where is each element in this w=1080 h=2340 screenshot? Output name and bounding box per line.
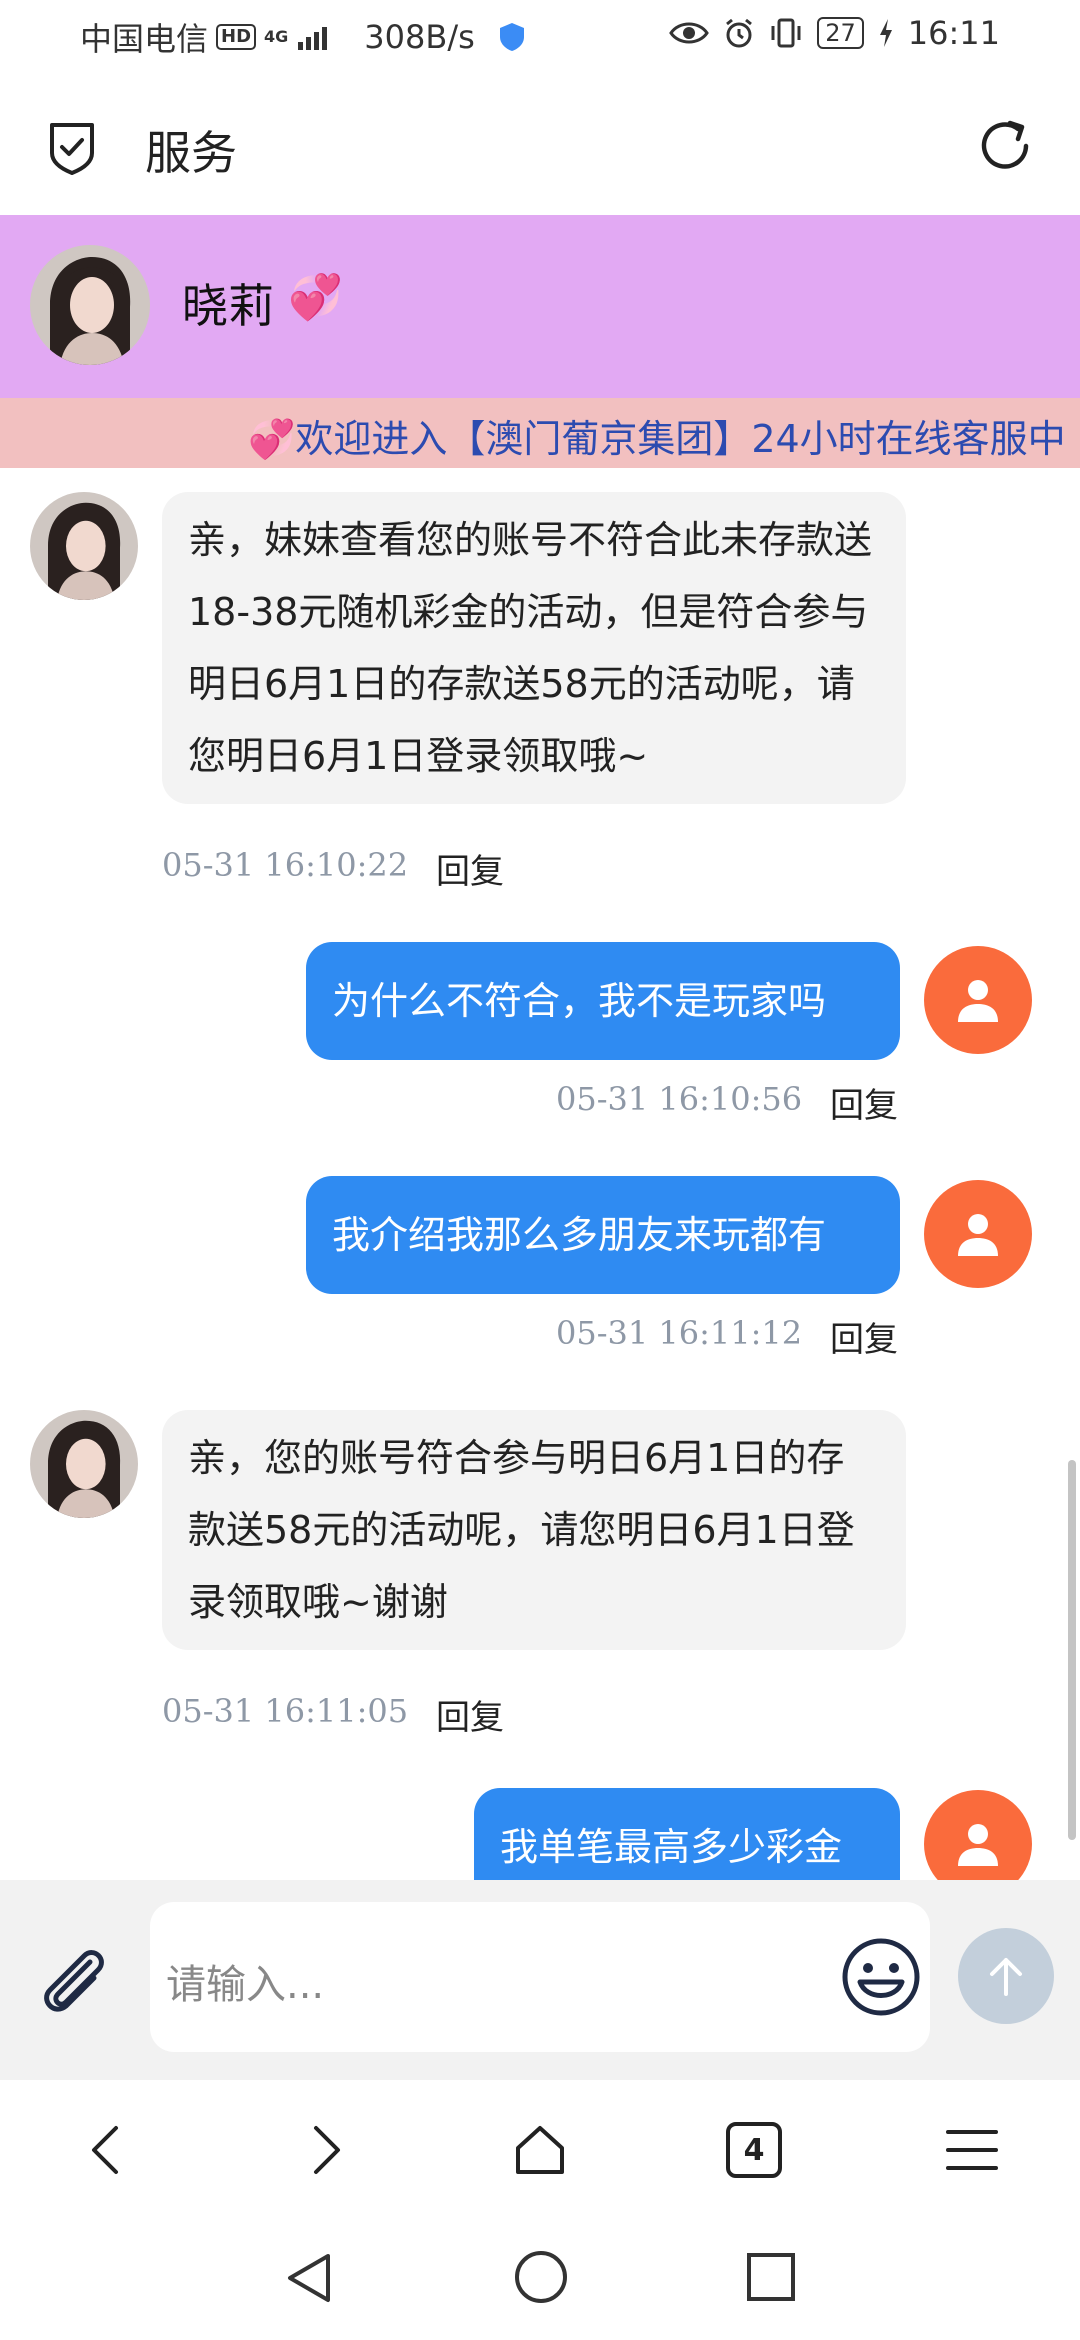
status-left: 中国电信 HD 4G 308B/s — [80, 14, 527, 60]
arrow-up-icon — [990, 1958, 1022, 1996]
app-header: 服务 — [0, 75, 1080, 215]
tabs-button[interactable]: 4 — [726, 2122, 782, 2178]
message-bubble-outgoing[interactable]: 我介绍我那么多朋友来玩都有 — [306, 1176, 900, 1294]
signal-icon — [298, 27, 328, 50]
eye-icon — [669, 22, 710, 44]
system-back-icon[interactable] — [282, 2250, 338, 2306]
message-time: 05-31 16:11:05 — [162, 1692, 409, 1730]
reply-link[interactable]: 回复 — [436, 844, 504, 893]
send-button[interactable] — [958, 1928, 1054, 2024]
status-right: 27 16:11 — [669, 14, 1000, 52]
user-icon — [958, 1824, 998, 1866]
announcement-text: 💞欢迎进入【澳门葡京集团】24小时在线客服中 — [248, 417, 1066, 461]
page-title: 服务 — [145, 126, 237, 180]
agent-avatar-small[interactable] — [30, 492, 138, 600]
clock: 16:11 — [907, 14, 1000, 52]
user-avatar[interactable] — [924, 1790, 1032, 1880]
reply-link[interactable]: 回复 — [830, 1078, 898, 1127]
reply-link[interactable]: 回复 — [830, 1312, 898, 1361]
reply-link[interactable]: 回复 — [436, 1690, 504, 1739]
user-avatar[interactable] — [924, 946, 1032, 1054]
system-home-icon[interactable] — [512, 2248, 570, 2306]
user-avatar[interactable] — [924, 1180, 1032, 1288]
message-time: 05-31 16:11:12 — [556, 1314, 803, 1352]
system-recents-icon[interactable] — [744, 2250, 798, 2304]
message-bubble-outgoing[interactable]: 我单笔最高多少彩金 — [474, 1788, 900, 1880]
hearts-icon: 💞 — [288, 272, 343, 323]
user-icon — [958, 1214, 998, 1256]
forward-icon[interactable] — [294, 2120, 354, 2180]
refresh-icon[interactable] — [976, 117, 1034, 175]
input-placeholder: 请输入... — [166, 1962, 325, 2008]
chat-area[interactable]: 亲，妹妹查看您的账号不符合此未存款送18-38元随机彩金的活动，但是符合参与明日… — [0, 468, 1080, 1880]
message-time: 05-31 16:10:56 — [556, 1080, 803, 1118]
carrier-label: 中国电信 — [80, 20, 209, 58]
message-input[interactable]: 请输入... — [150, 1902, 930, 2052]
agent-avatar-small[interactable] — [30, 1410, 138, 1518]
charging-icon — [879, 19, 892, 47]
browser-nav-bar: 4 — [0, 2080, 1080, 2220]
message-bubble-incoming[interactable]: 亲，您的账号符合参与明日6月1日的存款送58元的活动呢，请您明日6月1日登录领取… — [162, 1410, 906, 1650]
announcement-marquee: 💞欢迎进入【澳门葡京集团】24小时在线客服中 — [0, 398, 1080, 468]
hd-badge: HD — [216, 24, 257, 50]
attachment-icon[interactable] — [32, 1940, 116, 2024]
chat-scrollbar[interactable] — [1068, 1460, 1076, 1840]
battery-level: 27 — [817, 17, 864, 49]
contact-bar: 晓莉 💞 — [0, 215, 1080, 398]
home-icon[interactable] — [510, 2120, 570, 2180]
contact-name: 晓莉 — [182, 279, 274, 333]
system-nav-bar — [0, 2220, 1080, 2340]
emoji-icon[interactable] — [840, 1936, 922, 2018]
agent-avatar[interactable] — [30, 245, 150, 365]
shield-status-icon — [499, 23, 524, 51]
message-input-bar: 请输入... — [0, 1880, 1080, 2080]
message-bubble-incoming[interactable]: 亲，妹妹查看您的账号不符合此未存款送18-38元随机彩金的活动，但是符合参与明日… — [162, 492, 906, 804]
user-icon — [958, 980, 998, 1022]
alarm-icon — [726, 18, 753, 48]
net-speed: 308B/s — [364, 18, 475, 56]
message-time: 05-31 16:10:22 — [162, 846, 409, 884]
vibrate-icon — [771, 18, 801, 48]
network-type: 4G — [264, 27, 289, 46]
shield-check-icon[interactable] — [44, 119, 100, 175]
status-bar: 中国电信 HD 4G 308B/s 27 16:11 — [0, 0, 1080, 75]
menu-icon[interactable] — [942, 2120, 1002, 2180]
message-bubble-outgoing[interactable]: 为什么不符合，我不是玩家吗 — [306, 942, 900, 1060]
back-icon[interactable] — [78, 2120, 138, 2180]
